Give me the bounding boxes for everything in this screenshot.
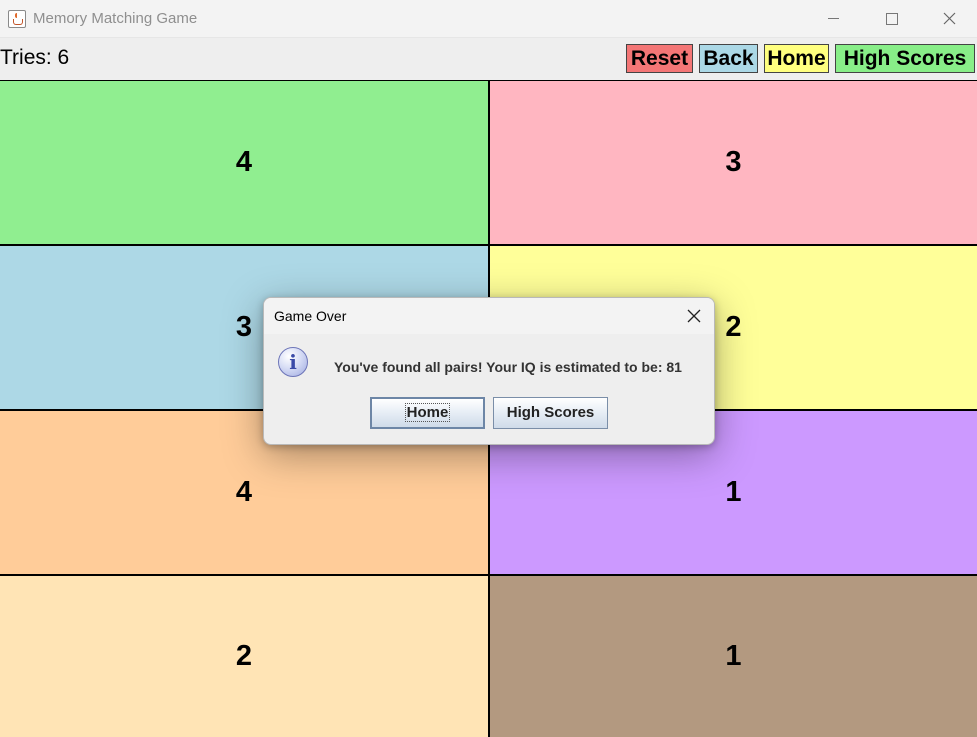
dialog-message: You've found all pairs! Your IQ is estim… (334, 359, 682, 375)
back-button[interactable]: Back (699, 44, 758, 73)
top-panel: Tries: 6 Reset Back Home High Scores (0, 38, 977, 80)
game-over-dialog: Game Over i You've found all pairs! Your… (263, 297, 715, 445)
reset-button[interactable]: Reset (626, 44, 693, 73)
card[interactable]: 4 (0, 81, 488, 244)
dialog-home-label: Home (404, 403, 451, 422)
info-icon: i (278, 347, 308, 377)
dialog-title: Game Over (274, 308, 347, 324)
close-icon[interactable] (920, 0, 977, 38)
home-button[interactable]: Home (764, 44, 829, 73)
minimize-icon[interactable] (804, 0, 862, 38)
dialog-close-icon[interactable] (677, 304, 711, 328)
card[interactable]: 1 (490, 576, 977, 737)
dialog-home-button[interactable]: Home (370, 397, 485, 429)
dialog-titlebar: Game Over (264, 298, 714, 334)
high-scores-button[interactable]: High Scores (835, 44, 975, 73)
dialog-high-scores-button[interactable]: High Scores (493, 397, 608, 429)
tries-counter: Tries: 6 (0, 46, 70, 69)
java-cup-icon (8, 10, 26, 28)
window-title: Memory Matching Game (33, 10, 198, 27)
maximize-icon[interactable] (862, 0, 920, 38)
window-titlebar: Memory Matching Game (0, 0, 977, 38)
card[interactable]: 2 (0, 576, 488, 737)
card[interactable]: 3 (490, 81, 977, 244)
